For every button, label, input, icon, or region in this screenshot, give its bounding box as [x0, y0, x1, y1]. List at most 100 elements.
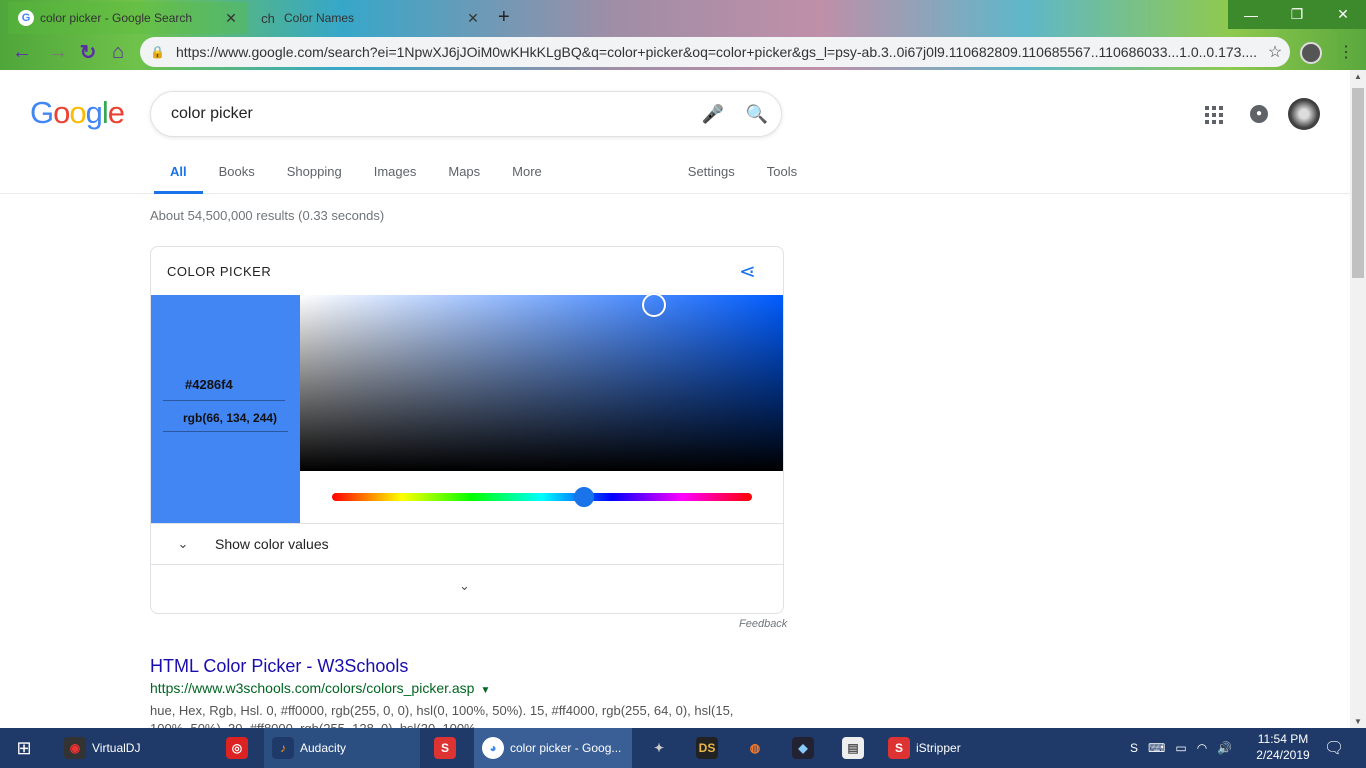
clock-date: 2/24/2019 — [1256, 748, 1310, 762]
account-avatar[interactable] — [1288, 98, 1320, 130]
rgb-input[interactable]: rgb(66, 134, 244) — [163, 411, 288, 432]
notifications-icon[interactable]: ● — [1250, 105, 1268, 123]
taskbar-app-1[interactable]: ✦ — [640, 728, 680, 768]
apps-grid-icon[interactable] — [1205, 106, 1223, 124]
result-stats: About 54,500,000 results (0.33 seconds) — [150, 208, 385, 223]
clock-time: 11:54 PM — [1257, 732, 1309, 746]
expand-chevron-icon[interactable]: ⌄ — [459, 578, 470, 594]
tab-title: Color Names — [284, 11, 355, 25]
color-picker-card: COLOR PICKER ⋖ #4286f4 rgb(66, 134, 244)… — [150, 246, 784, 614]
chrome-icon: ◕ — [482, 737, 504, 759]
taskbar-daz-studio[interactable]: DS — [688, 728, 728, 768]
feedback-link[interactable]: Feedback — [739, 618, 787, 630]
scroll-down-icon[interactable]: ▼ — [1354, 717, 1362, 726]
tray-s-icon[interactable]: S — [1130, 741, 1138, 755]
forward-arrow-icon[interactable]: → — [44, 38, 72, 66]
taskbar-audacity[interactable]: ♪ Audacity — [264, 728, 420, 768]
tray-battery-icon[interactable]: ▭ — [1175, 741, 1186, 755]
tab-title: color picker - Google Search — [40, 11, 193, 25]
tab-google-search[interactable]: G color picker - Google Search ✕ — [8, 2, 248, 34]
color-swatch: #4286f4 rgb(66, 134, 244) — [151, 295, 300, 523]
result-url-text: https://www.w3schools.com/colors/colors_… — [150, 680, 475, 696]
omnibox[interactable]: 🔒 https://www.google.com/search?ei=1NpwX… — [140, 37, 1290, 67]
tab-settings[interactable]: Settings — [672, 156, 751, 194]
taskbar-label: iStripper — [916, 741, 961, 755]
bookmark-star-icon[interactable]: ☆ — [1260, 42, 1290, 62]
minimize-button[interactable]: — — [1228, 0, 1274, 29]
url-text: https://www.google.com/search?ei=1NpwXJ6… — [176, 44, 1258, 60]
close-window-button[interactable]: ✕ — [1320, 0, 1366, 29]
bug-app-icon: ✦ — [653, 741, 665, 755]
lock-icon: 🔒 — [150, 45, 165, 59]
tab-shopping[interactable]: Shopping — [271, 156, 358, 194]
page-scrollbar[interactable]: ▲ ▼ — [1350, 70, 1366, 728]
daz-studio-icon: DS — [696, 737, 718, 759]
windows-start-icon[interactable]: ⊞ — [0, 728, 48, 768]
menu-dots-icon[interactable]: ⋮ — [1338, 42, 1354, 62]
taskbar-label: Audacity — [300, 741, 347, 755]
microphone-icon[interactable]: 🎤 — [693, 104, 733, 125]
reload-icon[interactable]: ↻ — [74, 38, 102, 66]
search-box[interactable]: color picker 🎤 🔍 — [150, 91, 782, 137]
tab-all[interactable]: All — [154, 156, 203, 194]
show-color-values-label: Show color values — [215, 536, 329, 552]
result-title-link[interactable]: HTML Color Picker - W3Schools — [150, 656, 770, 677]
restore-button[interactable]: ❐ — [1274, 0, 1320, 29]
taskbar-blender[interactable]: ◍ — [736, 728, 776, 768]
browser-chrome: G color picker - Google Search ✕ ch Colo… — [0, 0, 1366, 70]
search-icon[interactable]: 🔍 — [733, 104, 781, 125]
hex-input[interactable]: #4286f4 — [163, 377, 285, 401]
search-nav-tabs: All Books Shopping Images Maps More Sett… — [154, 156, 813, 194]
profile-avatar-icon[interactable] — [1300, 42, 1322, 64]
saturation-handle[interactable] — [642, 293, 666, 317]
recorder-icon: ◎ — [226, 737, 248, 759]
hue-slider[interactable] — [332, 487, 752, 507]
taskbar-clock[interactable]: 11:54 PM 2/24/2019 — [1252, 731, 1314, 763]
close-tab-icon[interactable]: ✕ — [224, 10, 238, 27]
virtualdj-icon: ◉ — [64, 737, 86, 759]
tab-color-names[interactable]: ch Color Names ✕ — [250, 2, 490, 34]
document-icon: ▤ — [842, 737, 864, 759]
tray-network-icon[interactable]: ⌨ — [1148, 741, 1165, 755]
search-input[interactable]: color picker — [171, 105, 693, 123]
scroll-up-icon[interactable]: ▲ — [1354, 72, 1362, 81]
taskbar-istripper[interactable]: S iStripper — [880, 728, 1010, 768]
taskbar-recorder[interactable]: ◎ — [218, 728, 258, 768]
taskbar-label: color picker - Goog... — [510, 741, 622, 755]
taskbar-virtualdj[interactable]: ◉ VirtualDJ — [56, 728, 206, 768]
tray-wifi-icon[interactable]: ◠ — [1197, 741, 1207, 755]
taskbar-chrome[interactable]: ◕ color picker - Goog... — [474, 728, 632, 768]
action-center-icon[interactable]: 🗨 — [1324, 738, 1344, 758]
taskbar-notepad[interactable]: ▤ — [834, 728, 874, 768]
close-tab-icon[interactable]: ✕ — [466, 10, 480, 27]
share-icon[interactable]: ⋖ — [739, 259, 756, 284]
tab-tools[interactable]: Tools — [751, 156, 813, 194]
new-tab-button[interactable]: + — [498, 6, 510, 29]
tabs-spacer — [558, 156, 672, 194]
ch-favicon-icon: ch — [261, 10, 275, 26]
home-icon[interactable]: ⌂ — [104, 38, 132, 66]
google-logo[interactable]: Google — [30, 95, 125, 131]
tab-maps[interactable]: Maps — [432, 156, 496, 194]
chevron-down-icon: ⌄ — [177, 536, 189, 551]
result-menu-caret-icon[interactable]: ▼ — [480, 685, 490, 696]
tab-images[interactable]: Images — [358, 156, 433, 194]
saturation-value-area[interactable] — [300, 293, 783, 471]
istripper-icon: S — [888, 737, 910, 759]
audacity-icon: ♪ — [272, 737, 294, 759]
tab-books[interactable]: Books — [203, 156, 271, 194]
google-favicon-icon: G — [18, 10, 34, 26]
tab-more[interactable]: More — [496, 156, 558, 194]
taskbar-s-app[interactable]: S — [426, 728, 466, 768]
tray-volume-icon[interactable]: 🔊 — [1217, 741, 1232, 755]
show-color-values-row[interactable]: ⌄ Show color values — [151, 524, 783, 564]
back-arrow-icon[interactable]: ← — [8, 38, 36, 66]
blender-icon: ◍ — [749, 741, 761, 755]
taskbar-app-2[interactable]: ◆ — [784, 728, 824, 768]
taskbar-label: VirtualDJ — [92, 741, 141, 755]
scroll-thumb[interactable] — [1352, 88, 1364, 278]
tab-strip: G color picker - Google Search ✕ ch Colo… — [0, 0, 1366, 34]
search-result: HTML Color Picker - W3Schools https://ww… — [150, 656, 770, 738]
s-app-icon: S — [434, 737, 456, 759]
hue-slider-handle[interactable] — [574, 487, 594, 507]
